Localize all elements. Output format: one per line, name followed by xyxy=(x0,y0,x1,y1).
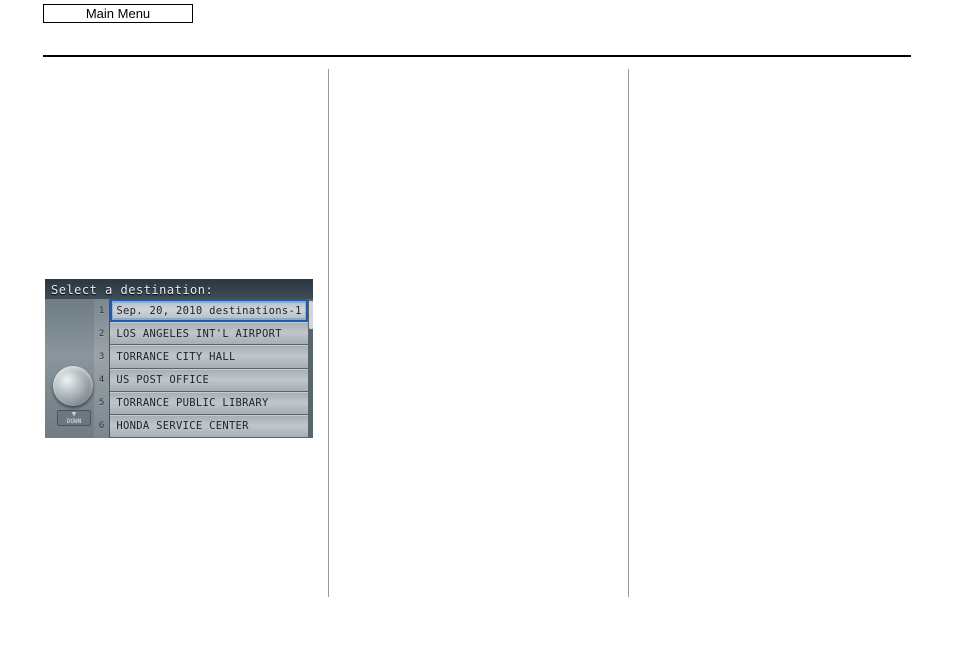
main-menu-button[interactable]: Main Menu xyxy=(43,4,193,23)
nav-index: 6 xyxy=(94,415,110,438)
scrollbar[interactable] xyxy=(308,299,313,438)
nav-index: 3 xyxy=(94,345,110,368)
scrollbar-thumb[interactable] xyxy=(309,301,313,329)
list-item[interactable]: HONDA SERVICE CENTER xyxy=(110,415,307,438)
nav-destination-list: Sep. 20, 2010 destinations-1 LOS ANGELES… xyxy=(109,299,307,438)
nav-index-column: 1 2 3 4 5 6 xyxy=(94,299,110,438)
list-item[interactable]: TORRANCE PUBLIC LIBRARY xyxy=(110,392,307,415)
column-divider xyxy=(628,69,629,597)
nav-index: 5 xyxy=(94,392,110,415)
list-item[interactable]: TORRANCE CITY HALL xyxy=(110,345,307,368)
list-item[interactable]: US POST OFFICE xyxy=(110,369,307,392)
down-button[interactable]: DOWN xyxy=(57,410,91,426)
list-item[interactable]: LOS ANGELES INT'L AIRPORT xyxy=(110,322,307,345)
nav-index: 1 xyxy=(94,299,110,322)
nav-control-panel: DOWN xyxy=(45,299,94,438)
column-divider xyxy=(328,69,329,597)
nav-device-screenshot: Select a destination: DOWN 1 2 3 4 5 6 S… xyxy=(45,279,313,438)
nav-index: 2 xyxy=(94,322,110,345)
horizontal-rule xyxy=(43,55,911,57)
nav-index: 4 xyxy=(94,369,110,392)
list-item[interactable]: Sep. 20, 2010 destinations-1 xyxy=(110,299,307,322)
rotary-knob[interactable] xyxy=(53,366,93,406)
nav-screen-title: Select a destination: xyxy=(45,279,313,299)
